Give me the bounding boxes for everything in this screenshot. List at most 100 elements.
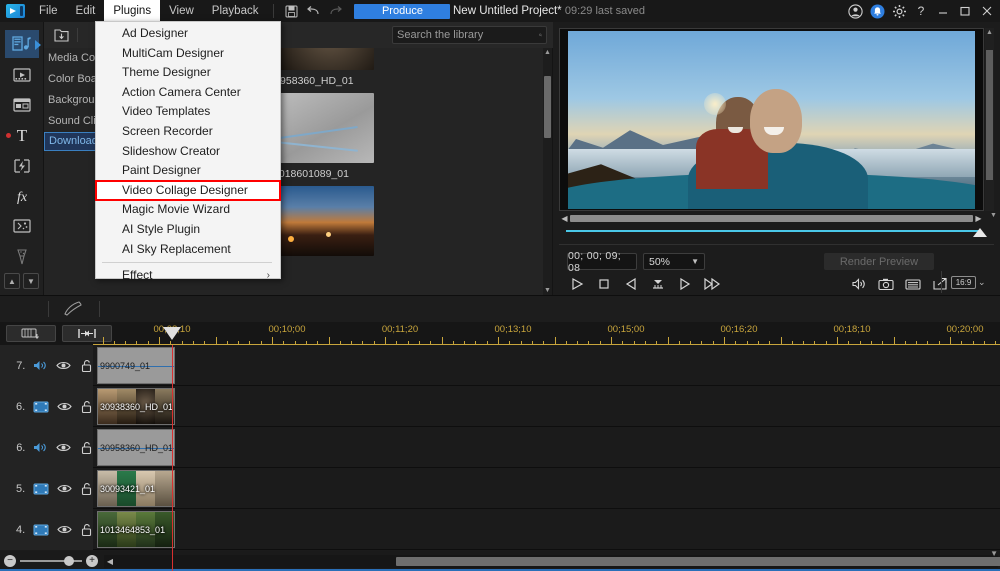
plus-circle-icon[interactable]: + — [86, 555, 98, 567]
sidebar-item-pip-room[interactable] — [5, 91, 39, 119]
preview-timeline-indicator[interactable] — [566, 226, 987, 238]
timeline-clip[interactable]: 9900749_01 — [97, 347, 175, 384]
unlock-icon[interactable] — [80, 481, 93, 497]
sidebar-item-media-room[interactable] — [4, 30, 41, 59]
menu-item-slideshow-creator[interactable]: Slideshow Creator — [96, 142, 280, 162]
table-row[interactable]: 6. 30938360_HD_01 — [0, 386, 1000, 427]
gear-icon[interactable] — [890, 2, 908, 20]
table-row[interactable]: 6. 30958360_HD_01 — [0, 427, 1000, 468]
timeline-horizontal-scrollbar[interactable]: ◀ ▶ — [104, 554, 1000, 568]
minimize-button[interactable] — [934, 2, 952, 20]
chevron-down-icon[interactable]: ▼ — [543, 286, 552, 295]
preview-settings-icon[interactable] — [903, 275, 923, 293]
sidebar-item-audio-mixing-room[interactable]: fx — [5, 182, 39, 210]
zoom-slider-knob[interactable] — [64, 556, 74, 566]
menu-item-magic-movie-wizard[interactable]: Magic Movie Wizard — [96, 200, 280, 220]
undo-icon[interactable] — [302, 0, 324, 22]
caret-right-icon[interactable]: ▶ — [973, 214, 984, 223]
save-icon[interactable] — [280, 0, 302, 22]
mark-in-out-button[interactable] — [646, 275, 670, 293]
scrollbar-thumb[interactable] — [544, 76, 551, 138]
unlock-icon[interactable] — [79, 440, 93, 456]
timeline-clip[interactable]: 30093421_01 — [97, 470, 175, 507]
menu-item-paint-designer[interactable]: Paint Designer — [96, 161, 280, 181]
import-media-icon[interactable] — [50, 25, 72, 45]
timeline-clip[interactable]: 30938360_HD_01 — [97, 388, 175, 425]
audio-track-icon[interactable] — [33, 358, 48, 374]
menu-edit[interactable]: Edit — [67, 0, 105, 22]
track-body[interactable]: 30938360_HD_01 — [93, 386, 1000, 426]
aspect-ratio-selector[interactable]: 16:9 ⌄ — [951, 273, 991, 291]
scrollbar-track[interactable] — [116, 556, 1000, 566]
scrollbar-thumb[interactable] — [396, 556, 1000, 566]
preview-stage[interactable] — [559, 28, 984, 211]
menu-item-ad-designer[interactable]: Ad Designer — [96, 24, 280, 44]
minus-circle-icon[interactable]: − — [4, 555, 16, 567]
track-body[interactable]: 30958360_HD_01 — [93, 427, 1000, 467]
eye-icon[interactable] — [56, 358, 72, 374]
chevron-up-icon[interactable]: ▲ — [4, 273, 20, 289]
track-body[interactable]: 1013464853_01 — [93, 509, 1000, 549]
caret-left-icon[interactable]: ◀ — [104, 557, 116, 566]
notification-icon[interactable] — [868, 2, 886, 20]
video-track-icon[interactable] — [33, 481, 49, 497]
track-manager-button[interactable] — [6, 325, 56, 342]
preview-scrub-bar[interactable]: ◀ ▶ — [559, 212, 984, 224]
unlock-icon[interactable] — [80, 399, 93, 415]
table-row[interactable]: 4. 1013464853_01 — [0, 509, 1000, 550]
play-button[interactable] — [565, 275, 589, 293]
scrollbar-thumb[interactable] — [986, 50, 993, 180]
eye-icon[interactable] — [57, 522, 72, 538]
menu-item-video-templates[interactable]: Video Templates — [96, 102, 280, 122]
track-header[interactable]: 4. — [0, 509, 93, 550]
sidebar-item-chroma-room[interactable] — [5, 243, 39, 271]
library-scrollbar[interactable]: ▲ ▼ — [543, 48, 552, 295]
menu-plugins[interactable]: Plugins — [104, 0, 161, 22]
popout-icon[interactable] — [930, 275, 950, 293]
eye-icon[interactable] — [57, 481, 72, 497]
audio-track-icon[interactable] — [33, 440, 48, 456]
search-input[interactable] — [397, 29, 539, 41]
fast-forward-button[interactable] — [700, 275, 724, 293]
sidebar-item-transition-room[interactable] — [5, 152, 39, 180]
playhead-handle[interactable] — [163, 327, 181, 340]
menu-item-theme-designer[interactable]: Theme Designer — [96, 63, 280, 83]
table-row[interactable]: 5. 30093421_01 — [0, 468, 1000, 509]
snapshot-icon[interactable] — [876, 275, 896, 293]
close-button[interactable] — [978, 2, 996, 20]
zoom-slider-track[interactable] — [20, 556, 82, 566]
menu-item-effect[interactable]: Effect › — [96, 266, 280, 286]
timeline-clip[interactable]: 30958360_HD_01 — [97, 429, 175, 466]
track-header[interactable]: 5. — [0, 468, 93, 509]
sidebar-item-particle-room[interactable] — [5, 212, 39, 240]
video-track-icon[interactable] — [33, 399, 49, 415]
redo-icon[interactable] — [324, 0, 346, 22]
produce-button[interactable]: Produce — [354, 3, 451, 19]
preview-playhead-handle[interactable] — [973, 228, 987, 237]
chevron-up-icon[interactable]: ▲ — [986, 29, 993, 36]
menu-item-ai-style-plugin[interactable]: AI Style Plugin — [96, 220, 280, 240]
previous-frame-button[interactable] — [619, 275, 643, 293]
preview-zoom-select[interactable]: 50% ▼ — [643, 253, 705, 270]
stop-button[interactable] — [592, 275, 616, 293]
menu-file[interactable]: File — [30, 0, 67, 22]
menu-item-screen-recorder[interactable]: Screen Recorder — [96, 122, 280, 142]
chevron-down-icon[interactable]: ▼ — [23, 273, 39, 289]
unlock-icon[interactable] — [79, 358, 93, 374]
timeline-zoom-control[interactable]: − + — [0, 555, 98, 567]
menu-view[interactable]: View — [160, 0, 203, 22]
magic-wand-icon[interactable] — [59, 298, 89, 320]
menu-playback[interactable]: Playback — [203, 0, 268, 22]
menu-item-action-camera-center[interactable]: Action Camera Center — [96, 83, 280, 103]
preview-dropdown-caret-icon[interactable]: ▼ — [990, 212, 997, 219]
menu-item-ai-sky-replacement[interactable]: AI Sky Replacement — [96, 240, 280, 260]
maximize-button[interactable] — [956, 2, 974, 20]
resize-corner-icon[interactable]: ▼ — [990, 549, 998, 558]
menu-item-video-collage-designer[interactable]: Video Collage Designer — [95, 179, 281, 202]
table-row[interactable]: 7. 9900749_01 — [0, 345, 1000, 386]
unlock-icon[interactable] — [80, 522, 93, 538]
sidebar-item-title-room[interactable]: T — [5, 121, 39, 149]
track-body[interactable]: 30093421_01 — [93, 468, 1000, 508]
menu-item-multicam-designer[interactable]: MultiCam Designer — [96, 44, 280, 64]
track-body[interactable]: 9900749_01 — [93, 345, 1000, 385]
